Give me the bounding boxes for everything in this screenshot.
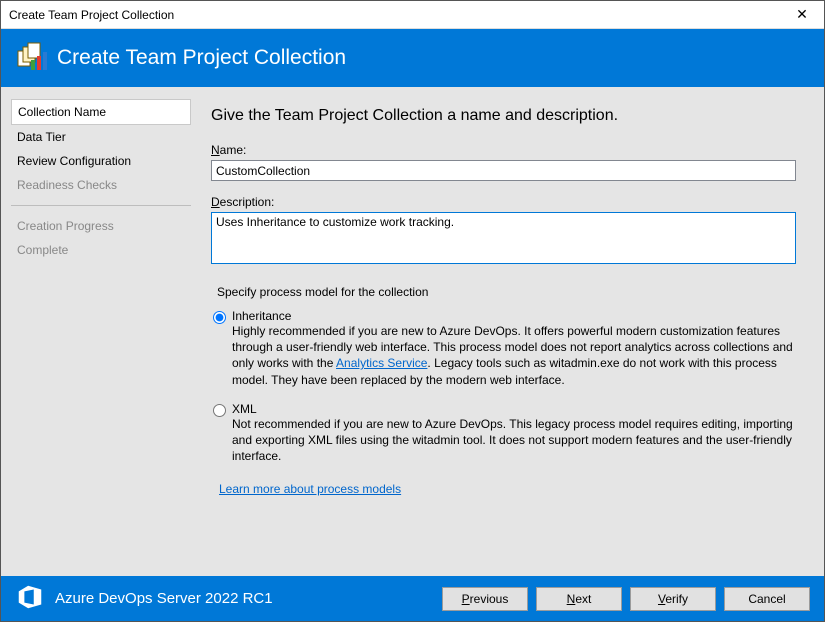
footer-brand: Azure DevOps Server 2022 RC1 xyxy=(15,582,434,616)
azure-devops-icon xyxy=(15,582,45,616)
option-xml-title: XML xyxy=(232,402,796,416)
wizard-body: Collection Name Data Tier Review Configu… xyxy=(1,87,824,576)
learn-more-row: Learn more about process models xyxy=(219,482,810,496)
step-collection-name[interactable]: Collection Name xyxy=(11,99,191,125)
description-label: Description: xyxy=(211,195,810,209)
name-label: Name: xyxy=(211,143,810,157)
analytics-service-link[interactable]: Analytics Service xyxy=(336,356,427,370)
page-heading: Give the Team Project Collection a name … xyxy=(211,107,810,125)
collection-icon xyxy=(15,42,47,74)
close-icon: ✕ xyxy=(796,6,808,23)
name-input[interactable] xyxy=(211,160,796,181)
wizard-header: Create Team Project Collection xyxy=(1,29,824,87)
option-xml-desc: Not recommended if you are new to Azure … xyxy=(232,416,796,465)
sidebar-separator xyxy=(11,205,191,206)
step-data-tier[interactable]: Data Tier xyxy=(11,125,191,149)
option-inheritance-title: Inheritance xyxy=(232,309,796,323)
description-group: Description: xyxy=(211,195,810,267)
dialog-window: Create Team Project Collection ✕ Create … xyxy=(0,0,825,622)
step-readiness-checks: Readiness Checks xyxy=(11,173,191,197)
cancel-button[interactable]: Cancel xyxy=(724,587,810,611)
name-group: Name: xyxy=(211,143,810,181)
verify-button[interactable]: Verify xyxy=(630,587,716,611)
learn-more-link[interactable]: Learn more about process models xyxy=(219,482,401,496)
option-inheritance-desc: Highly recommended if you are new to Azu… xyxy=(232,323,796,388)
close-button[interactable]: ✕ xyxy=(780,1,824,29)
step-review-configuration[interactable]: Review Configuration xyxy=(11,149,191,173)
window-title: Create Team Project Collection xyxy=(9,8,780,22)
wizard-content: Give the Team Project Collection a name … xyxy=(201,87,824,576)
option-xml[interactable]: XML Not recommended if you are new to Az… xyxy=(211,402,810,465)
description-input[interactable] xyxy=(211,212,796,264)
process-model-heading: Specify process model for the collection xyxy=(217,285,810,299)
radio-xml[interactable] xyxy=(213,404,226,417)
radio-inheritance[interactable] xyxy=(213,311,226,324)
footer-brand-text: Azure DevOps Server 2022 RC1 xyxy=(55,590,273,607)
wizard-sidebar: Collection Name Data Tier Review Configu… xyxy=(1,87,201,576)
wizard-footer: Azure DevOps Server 2022 RC1 Previous Ne… xyxy=(1,576,824,621)
option-inheritance[interactable]: Inheritance Highly recommended if you ar… xyxy=(211,309,810,388)
previous-button[interactable]: Previous xyxy=(442,587,528,611)
next-button[interactable]: Next xyxy=(536,587,622,611)
wizard-title: Create Team Project Collection xyxy=(57,46,346,70)
step-creation-progress: Creation Progress xyxy=(11,214,191,238)
titlebar: Create Team Project Collection ✕ xyxy=(1,1,824,29)
step-complete: Complete xyxy=(11,238,191,262)
